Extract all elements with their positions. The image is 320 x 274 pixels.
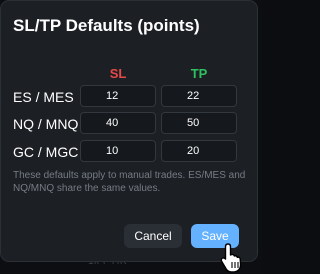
gc-tp-input[interactable]	[161, 140, 237, 162]
row-label-nq: NQ / MNQ	[13, 116, 79, 132]
defaults-note: These defaults apply to manual trades. E…	[13, 170, 246, 194]
hand-pointer-icon	[220, 243, 242, 273]
row-label-gc: GC / MGC	[13, 144, 79, 160]
sltp-defaults-dialog: SL/TP Defaults (points) SL TP ES / MES N…	[0, 0, 258, 262]
row-label-es: ES / MES	[13, 89, 74, 105]
dialog-title: SL/TP Defaults (points)	[13, 16, 200, 35]
nq-tp-input[interactable]	[161, 112, 237, 134]
nq-sl-input[interactable]	[80, 112, 156, 134]
column-header-sl: SL	[109, 66, 127, 81]
es-sl-input[interactable]	[80, 85, 156, 107]
gc-sl-input[interactable]	[80, 140, 156, 162]
column-header-tp: TP	[190, 66, 208, 81]
cancel-button[interactable]: Cancel	[124, 224, 182, 248]
es-tp-input[interactable]	[161, 85, 237, 107]
